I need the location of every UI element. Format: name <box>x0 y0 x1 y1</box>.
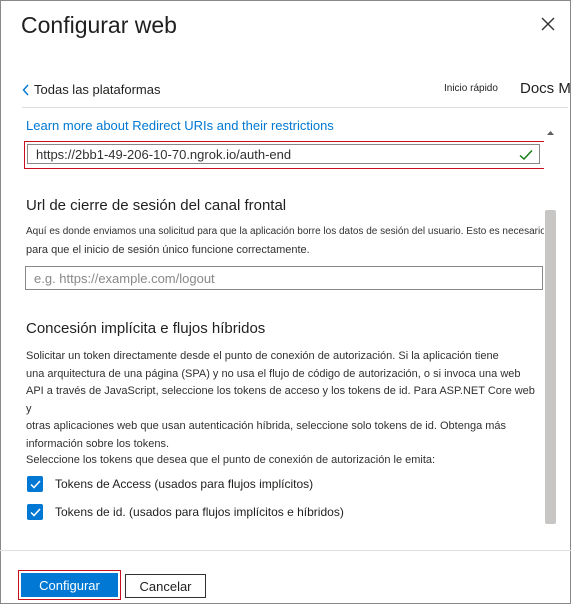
implicit-desc-line: API a través de JavaScript, seleccione l… <box>26 385 535 415</box>
dialog-title: Configurar web <box>21 12 177 38</box>
nav-divider <box>22 107 568 108</box>
configure-button-highlight: Configurar <box>18 570 121 600</box>
implicit-grant-description: Solicitar un token directamente desde el… <box>26 348 542 453</box>
logout-url-placeholder: e.g. https://example.com/logout <box>34 271 215 286</box>
id-tokens-checkbox[interactable] <box>27 504 43 520</box>
scrollbar-thumb[interactable] <box>545 210 556 524</box>
front-channel-description-line2: para que el inicio de sesión único funci… <box>26 244 310 256</box>
scroll-up-icon[interactable] <box>544 126 557 138</box>
token-select-prompt: Seleccione los tokens que desea que el p… <box>26 454 436 466</box>
access-tokens-label: Tokens de Access (usados para flujos imp… <box>55 477 314 491</box>
back-link[interactable]: Todas las plataformas <box>22 82 160 97</box>
id-tokens-option[interactable]: Tokens de id. (usados para flujos implíc… <box>27 504 344 520</box>
chevron-left-icon <box>22 84 29 95</box>
redirect-uri-highlight: https://2bb1-49-206-10-70.ngrok.io/auth-… <box>24 141 544 169</box>
configure-button[interactable]: Configurar <box>21 573 118 597</box>
checkmark-icon <box>519 150 533 160</box>
redirect-uri-input[interactable]: https://2bb1-49-206-10-70.ngrok.io/auth-… <box>27 144 540 164</box>
dialog-body: Learn more about Redirect URIs and their… <box>22 110 544 542</box>
navigation-bar: Todas las plataformas Inicio rápido Docs… <box>22 80 571 104</box>
footer-divider <box>0 550 571 551</box>
quickstart-tab[interactable]: Inicio rápido <box>444 83 498 94</box>
redirect-uri-learn-more-link[interactable]: Learn more about Redirect URIs and their… <box>26 118 334 133</box>
close-icon[interactable] <box>538 14 558 34</box>
checkmark-icon <box>29 507 41 517</box>
checkmark-icon <box>29 479 41 489</box>
logout-url-input[interactable]: e.g. https://example.com/logout <box>25 266 543 290</box>
front-channel-heading: Url de cierre de sesión del canal fronta… <box>26 197 287 214</box>
implicit-desc-line: Solicitar un token directamente desde el… <box>26 350 499 362</box>
cancel-button[interactable]: Cancelar <box>125 574 206 598</box>
vertical-scrollbar[interactable] <box>544 126 557 542</box>
implicit-desc-line: una arquitectura de una página (SPA) y n… <box>26 367 521 380</box>
implicit-grant-heading: Concesión implícita e flujos híbridos <box>26 320 266 337</box>
access-tokens-option[interactable]: Tokens de Access (usados para flujos imp… <box>27 476 313 492</box>
front-channel-description-line1: Aquí es donde enviamos una solicitud par… <box>26 226 544 237</box>
id-tokens-label: Tokens de id. (usados para flujos implíc… <box>55 505 344 519</box>
back-link-label: Todas las plataformas <box>34 82 161 97</box>
redirect-uri-value: https://2bb1-49-206-10-70.ngrok.io/auth-… <box>36 147 292 162</box>
implicit-desc-line: otras aplicaciones web que usan autentic… <box>26 420 507 432</box>
access-tokens-checkbox[interactable] <box>27 476 43 492</box>
docs-tab[interactable]: Docs M <box>520 80 571 97</box>
